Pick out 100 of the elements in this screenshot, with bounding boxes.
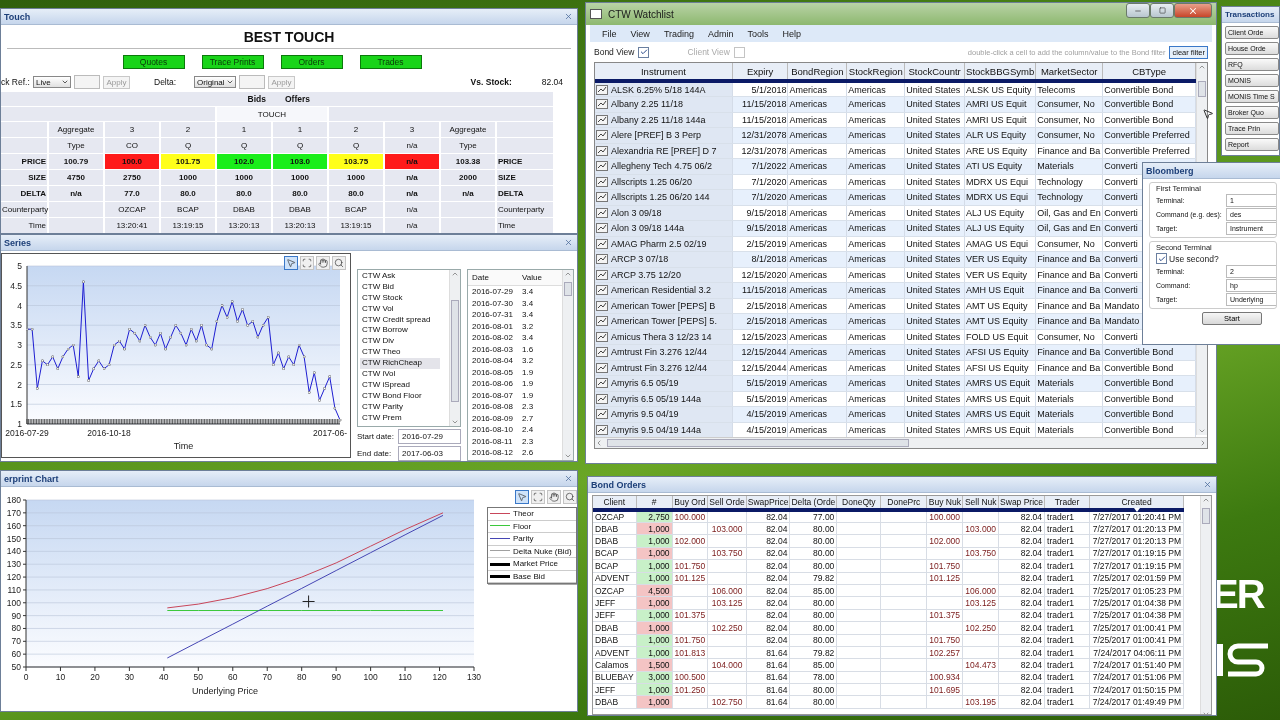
column-header[interactable]: BondRegion [787, 63, 847, 81]
list-item[interactable]: CTW iVol [360, 369, 447, 380]
chart-icon[interactable] [596, 176, 608, 187]
zoom-box-tool-button[interactable] [300, 256, 314, 270]
chart-icon[interactable] [596, 300, 608, 311]
menu-item[interactable]: View [630, 28, 650, 39]
chart-icon[interactable] [596, 145, 608, 156]
chart-icon[interactable] [596, 424, 608, 435]
delta-dropdown[interactable]: Original [194, 76, 236, 88]
column-header[interactable]: Client [593, 496, 637, 510]
chart-icon[interactable] [596, 207, 608, 218]
pointer-tool-button[interactable] [515, 490, 529, 504]
column-header[interactable]: Swap Price [998, 496, 1045, 510]
view-button[interactable]: Trace Prints [201, 55, 264, 69]
input-field[interactable] [74, 75, 100, 89]
chart-icon[interactable] [596, 378, 608, 389]
scroll-thumb[interactable] [1202, 508, 1210, 524]
scrollbar[interactable] [562, 270, 573, 460]
column-header[interactable]: DoneQty [836, 496, 881, 510]
view-button[interactable]: Orders [280, 55, 343, 69]
list-item[interactable]: CTW iSpread [360, 379, 447, 391]
column-header[interactable]: Instrument [595, 63, 733, 81]
column-header[interactable]: CBType [1102, 63, 1196, 81]
chart-icon[interactable] [596, 285, 608, 296]
zoom-tool-button[interactable] [332, 256, 346, 270]
column-header[interactable]: Sell Nuk [962, 496, 999, 510]
chart-icon[interactable] [596, 192, 608, 203]
column-header[interactable]: SwapPrice [746, 496, 790, 510]
column-header[interactable]: Date [468, 273, 518, 282]
horizontal-scrollbar[interactable] [595, 437, 1207, 448]
column-header[interactable]: DonePrc [880, 496, 927, 510]
column-header[interactable]: Value [518, 273, 562, 282]
list-item[interactable]: CTW Borrow [360, 325, 447, 337]
end-date-field[interactable]: 2017-06-03 [398, 446, 461, 461]
close-button[interactable] [1174, 3, 1212, 18]
chart-icon[interactable] [596, 409, 608, 420]
list-item[interactable]: CTW RichCheap [360, 358, 440, 369]
start-date-field[interactable]: 2016-07-29 [398, 429, 461, 444]
chart-icon[interactable] [596, 269, 608, 280]
scrollbar[interactable] [1200, 496, 1211, 714]
close-button[interactable] [563, 473, 574, 484]
view-button[interactable]: Quotes [122, 55, 185, 69]
list-item[interactable]: CTW Credit spread [360, 314, 447, 326]
list-item[interactable]: CTW Parity [360, 401, 447, 413]
scroll-thumb[interactable] [564, 282, 572, 296]
column-header[interactable]: StockRegion [846, 63, 905, 81]
column-header[interactable]: Buy Nuk [926, 496, 963, 510]
chart-icon[interactable] [596, 223, 608, 234]
list-item[interactable]: CTW Theo [360, 347, 447, 359]
menu-item[interactable]: Tools [747, 28, 769, 39]
list-item[interactable]: CTW Bond Floor [360, 390, 447, 402]
close-button[interactable] [563, 237, 574, 248]
column-header[interactable]: Sell Orde [707, 496, 747, 510]
close-button[interactable] [1202, 479, 1213, 490]
list-item[interactable]: CTW Ask [360, 271, 447, 282]
zoom-box-tool-button[interactable] [531, 490, 545, 504]
close-button[interactable] [563, 11, 574, 22]
column-header[interactable]: # [636, 496, 673, 510]
menu-item[interactable]: File [602, 28, 617, 39]
list-item[interactable]: CTW Div [360, 336, 447, 348]
chart-icon[interactable] [596, 362, 608, 373]
chart-icon[interactable] [596, 130, 608, 141]
menu-item[interactable]: Help [782, 28, 802, 39]
minimize-button[interactable] [1126, 3, 1150, 18]
pan-tool-button[interactable] [547, 490, 561, 504]
chart-icon[interactable] [596, 393, 608, 404]
checkbox[interactable] [638, 46, 650, 58]
chart-icon[interactable] [596, 238, 608, 249]
scroll-thumb[interactable] [451, 300, 459, 402]
chart-icon[interactable] [596, 161, 608, 172]
maximize-button[interactable] [1150, 3, 1174, 18]
checkbox[interactable] [1156, 253, 1167, 264]
chart-icon[interactable] [596, 347, 608, 358]
column-header[interactable]: StockCountr [904, 63, 965, 81]
scrollbar[interactable] [449, 270, 460, 426]
chart-icon[interactable] [596, 114, 608, 125]
zoom-tool-button[interactable] [563, 490, 577, 504]
menu-item[interactable]: Admin [708, 28, 734, 39]
column-header[interactable]: StockBBGSymb [964, 63, 1036, 81]
column-header[interactable]: Trader [1044, 496, 1090, 510]
column-header[interactable]: Expiry [732, 63, 788, 81]
column-header[interactable]: Delta (Orde [789, 496, 837, 510]
chart-icon[interactable] [596, 84, 608, 95]
list-item[interactable]: CTW Stock [360, 292, 447, 304]
list-item[interactable]: CTW Vol [360, 303, 447, 315]
scroll-thumb[interactable] [1198, 81, 1206, 97]
chart-icon[interactable] [596, 331, 608, 342]
stock-ref-dropdown[interactable]: Live [33, 76, 71, 88]
input-field[interactable] [239, 75, 265, 89]
column-header[interactable]: MarketSector [1035, 63, 1103, 81]
column-header[interactable]: Created [1089, 496, 1184, 510]
pointer-tool-button[interactable] [284, 256, 298, 270]
view-button[interactable]: Trades [359, 55, 422, 69]
menu-item[interactable]: Trading [663, 28, 695, 39]
chart-icon[interactable] [596, 254, 608, 265]
chart-icon[interactable] [596, 99, 608, 110]
chart-icon[interactable] [596, 316, 608, 327]
list-item[interactable]: CTW Bid [360, 281, 447, 293]
list-item[interactable]: CTW Prem [360, 412, 447, 424]
pan-tool-button[interactable] [316, 256, 330, 270]
